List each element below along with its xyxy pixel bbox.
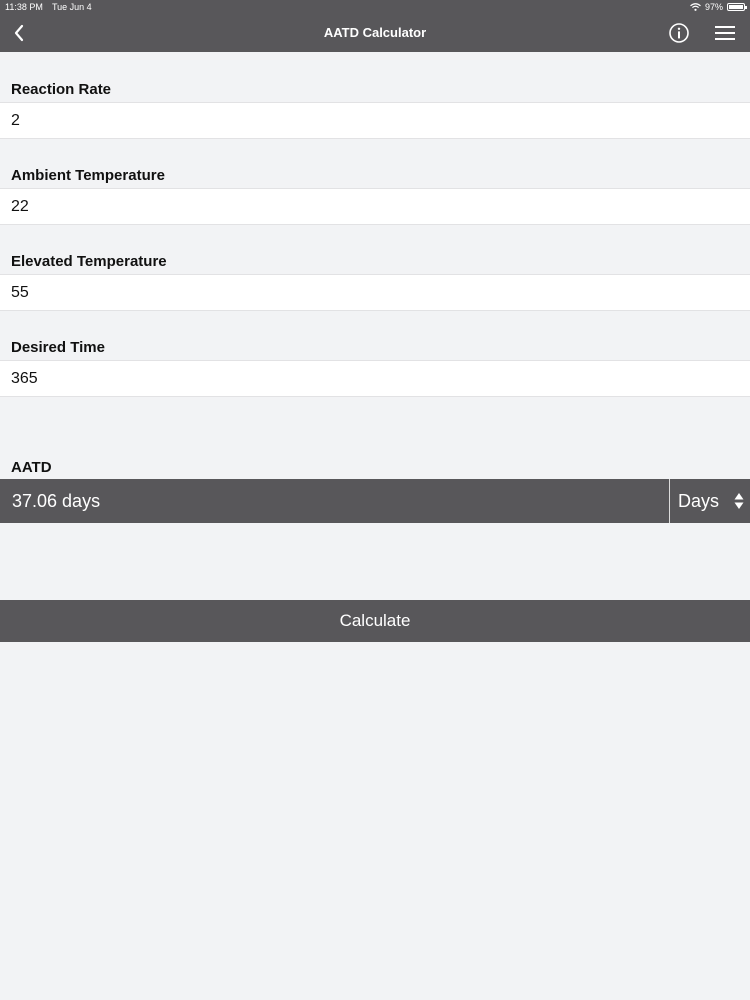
reaction-rate-row xyxy=(0,102,750,139)
status-time: 11:38 PM xyxy=(5,2,43,12)
ambient-temperature-input[interactable] xyxy=(0,189,750,224)
status-right: 97% xyxy=(690,2,747,12)
ambient-temperature-label: Ambient Temperature xyxy=(11,167,165,184)
aatd-result-row: 37.06 days Days xyxy=(0,479,750,523)
calculate-button[interactable]: Calculate xyxy=(0,600,750,642)
aatd-result-value: 37.06 days xyxy=(12,491,101,511)
ambient-temperature-row xyxy=(0,188,750,225)
elevated-temperature-input[interactable] xyxy=(0,275,750,310)
elevated-temperature-row xyxy=(0,274,750,311)
battery-percent: 97% xyxy=(704,2,723,12)
menu-button[interactable] xyxy=(714,24,736,42)
reaction-rate-input[interactable] xyxy=(0,103,750,138)
status-date: Tue Jun 4 xyxy=(52,2,92,12)
nav-bar: AATD Calculator xyxy=(0,14,750,52)
desired-time-input[interactable] xyxy=(0,361,750,396)
info-button[interactable] xyxy=(668,22,690,44)
page-title: AATD Calculator xyxy=(323,25,427,40)
wifi-icon xyxy=(690,3,701,11)
top-bar: 11:38 PM Tue Jun 4 97% AATD Calculator xyxy=(0,0,750,52)
status-bar: 11:38 PM Tue Jun 4 97% xyxy=(0,0,750,14)
desired-time-label: Desired Time xyxy=(11,339,105,356)
aatd-label: AATD xyxy=(11,459,52,476)
info-icon xyxy=(669,23,689,43)
unit-select[interactable]: Days xyxy=(669,479,750,523)
battery-icon xyxy=(727,3,747,11)
unit-select-value: Days xyxy=(678,491,720,511)
desired-time-row xyxy=(0,360,750,397)
sort-arrows-icon xyxy=(734,493,744,509)
hamburger-menu-icon xyxy=(715,26,735,40)
elevated-temperature-label: Elevated Temperature xyxy=(11,253,167,270)
reaction-rate-label: Reaction Rate xyxy=(11,81,112,98)
